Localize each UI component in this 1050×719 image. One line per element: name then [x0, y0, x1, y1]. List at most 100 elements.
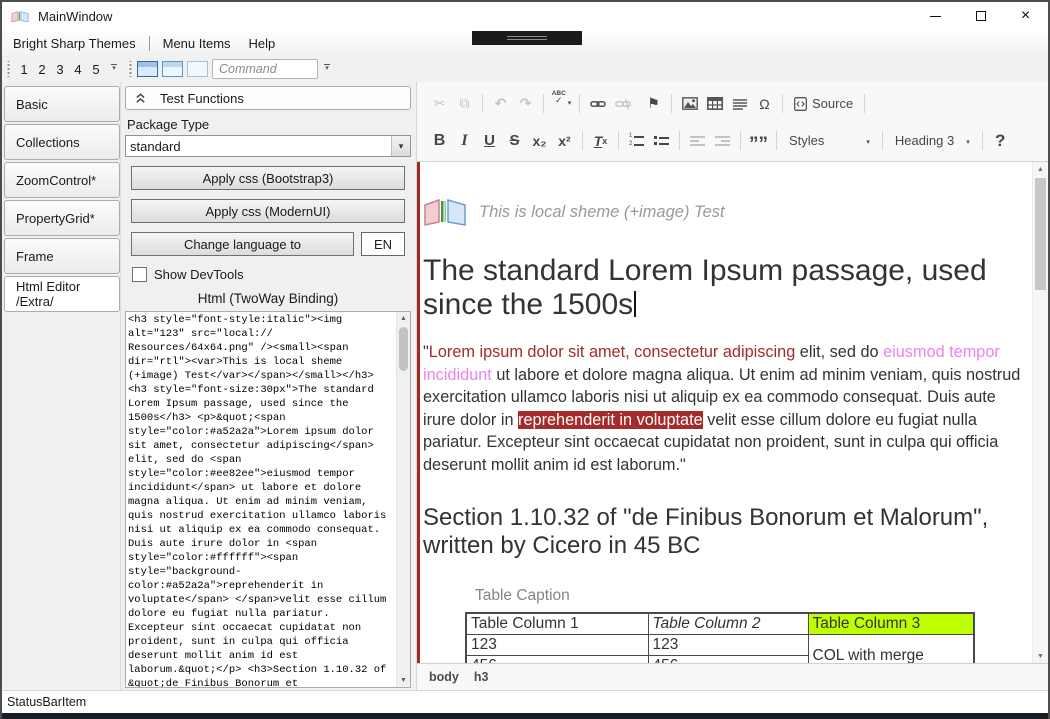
tab-basic[interactable]: Basic: [4, 86, 120, 122]
test-functions-expander[interactable]: Test Functions: [125, 86, 411, 110]
blockquote-icon[interactable]: ””: [746, 128, 771, 154]
window-layout-icon-2[interactable]: [162, 61, 183, 77]
editor-toolbar-row-1: ✂ ⧉ ↶ ↷ ABC ✓ ▾: [427, 85, 1042, 122]
toolbar-button-5[interactable]: 5: [87, 62, 105, 77]
document-heading-2: Section 1.10.32 of "de Finibus Bonorum e…: [423, 504, 1030, 560]
language-code-field[interactable]: [361, 232, 405, 256]
spellcheck-button[interactable]: ABC ✓ ▾: [549, 91, 574, 117]
main-window: MainWindow × Bright Sharp Themes Menu It…: [0, 0, 1050, 719]
maximize-button[interactable]: [958, 2, 1003, 30]
toolbar-overflow-button[interactable]: ▾: [321, 64, 333, 74]
tab-column: Basic Collections ZoomControl* PropertyG…: [2, 82, 120, 690]
editable-document[interactable]: This is local sheme (+image) Test The st…: [420, 162, 1032, 663]
increase-indent-icon: [710, 128, 735, 154]
anchor-flag-icon[interactable]: ⚑: [641, 91, 666, 117]
strikethrough-icon[interactable]: S: [502, 128, 527, 154]
styles-combo-label: Styles: [789, 133, 824, 148]
table-cell: 123: [466, 635, 648, 656]
local-scheme-image[interactable]: [423, 198, 467, 226]
caption-text: This is local sheme (+image) Test: [479, 203, 725, 222]
scroll-down-icon[interactable]: ▼: [1033, 649, 1048, 663]
tab-propertygrid[interactable]: PropertyGrid*: [4, 200, 120, 236]
image-icon[interactable]: [677, 91, 702, 117]
change-language-button[interactable]: Change language to: [131, 232, 354, 256]
tab-collections[interactable]: Collections: [4, 124, 120, 160]
maximize-icon: [976, 11, 986, 21]
apply-css-bootstrap3-button[interactable]: Apply css (Bootstrap3): [131, 166, 405, 190]
scrollbar-thumb[interactable]: [1035, 178, 1046, 290]
toolbar-grip[interactable]: [128, 61, 133, 77]
close-button[interactable]: ×: [1003, 2, 1048, 30]
table-header-2: Table Column 2: [648, 613, 808, 635]
combobox-dropdown-icon[interactable]: ▾: [391, 136, 410, 156]
brown-text: Lorem ipsum dolor sit amet, consectetur …: [429, 343, 796, 361]
toolbar-button-1[interactable]: 1: [15, 62, 33, 77]
menu-menu-items[interactable]: Menu Items: [154, 36, 240, 51]
menu-help[interactable]: Help: [240, 36, 285, 51]
minimize-button[interactable]: [913, 2, 958, 30]
scroll-down-icon[interactable]: ▼: [397, 674, 410, 687]
scrollbar-thumb[interactable]: [399, 327, 408, 371]
path-body[interactable]: body: [429, 670, 459, 684]
toolbar-button-2[interactable]: 2: [33, 62, 51, 77]
source-button-label: Source: [812, 96, 853, 111]
show-devtools-checkbox[interactable]: [132, 267, 147, 282]
number-toolbar: 1 2 3 4 5 ▾: [4, 56, 120, 82]
tab-html-editor-extra[interactable]: Html Editor /Extra/: [4, 276, 120, 312]
app-book-icon: [11, 10, 29, 23]
source-button[interactable]: Source: [788, 91, 859, 117]
textarea-scrollbar[interactable]: ▲ ▼: [396, 312, 410, 687]
chevron-down-icon: ▾: [866, 138, 870, 146]
bullet-list-icon[interactable]: [649, 128, 674, 154]
window-layout-icon-3[interactable]: [187, 61, 208, 77]
toolbar-button-3[interactable]: 3: [51, 62, 69, 77]
copy-icon: ⧉: [452, 91, 477, 117]
table-header-3: Table Column 3: [808, 613, 974, 635]
special-char-omega-icon[interactable]: Ω: [752, 91, 777, 117]
chevron-down-icon: ▾: [568, 99, 572, 107]
command-input[interactable]: [212, 59, 318, 79]
editor-scrollbar[interactable]: ▲ ▼: [1032, 162, 1048, 663]
scroll-up-icon[interactable]: ▲: [1033, 162, 1048, 176]
html-source-textarea[interactable]: <h3 style="font-style:italic"><img alt="…: [126, 312, 396, 687]
heading-combo[interactable]: Heading 3 ▾: [888, 133, 977, 148]
toolbar-button-4[interactable]: 4: [69, 62, 87, 77]
editor-toolbar: ✂ ⧉ ↶ ↷ ABC ✓ ▾: [417, 82, 1048, 162]
dark-grip-lines: [507, 36, 547, 40]
editor-content-frame: This is local sheme (+image) Test The st…: [417, 162, 1048, 663]
menu-bright-sharp-themes[interactable]: Bright Sharp Themes: [4, 36, 145, 51]
package-type-label: Package Type: [127, 117, 411, 132]
toolbar-overflow-button[interactable]: ▾: [108, 64, 120, 74]
collapse-chevrons-icon: [135, 93, 146, 104]
lorem-paragraph: "Lorem ipsum dolor sit amet, consectetur…: [423, 341, 1030, 476]
window-layout-icon-1[interactable]: [137, 61, 158, 77]
superscript-icon[interactable]: x²: [552, 128, 577, 154]
dark-grip-bar: [472, 31, 582, 45]
table-icon[interactable]: [702, 91, 727, 117]
underline-icon[interactable]: U: [477, 128, 502, 154]
tab-zoomcontrol[interactable]: ZoomControl*: [4, 162, 120, 198]
minimize-icon: [930, 16, 941, 17]
about-question-icon[interactable]: ?: [988, 128, 1013, 154]
document-heading-1: The standard Lorem Ipsum passage, used s…: [423, 254, 1030, 322]
text-cursor: [634, 291, 636, 317]
numbered-list-icon[interactable]: 12: [624, 128, 649, 154]
horizontal-rule-icon[interactable]: [727, 91, 752, 117]
apply-css-modernui-button[interactable]: Apply css (ModernUI): [131, 199, 405, 223]
subscript-icon[interactable]: x₂: [527, 128, 552, 154]
path-h3[interactable]: h3: [474, 670, 489, 684]
bold-icon[interactable]: B: [427, 128, 452, 154]
html-source-editor: <h3 style="font-style:italic"><img alt="…: [125, 311, 411, 688]
source-doc-icon: [794, 97, 807, 111]
styles-combo[interactable]: Styles ▾: [782, 133, 877, 148]
tab-frame[interactable]: Frame: [4, 238, 120, 274]
link-icon[interactable]: [585, 91, 610, 117]
package-type-combobox[interactable]: standard ▾: [125, 135, 411, 157]
italic-icon[interactable]: I: [452, 128, 477, 154]
expander-title: Test Functions: [160, 91, 244, 106]
remove-format-icon[interactable]: Tx: [588, 128, 613, 154]
table-cell: 456: [648, 656, 808, 664]
toolbar-grip[interactable]: [6, 61, 11, 77]
scroll-up-icon[interactable]: ▲: [397, 312, 410, 325]
content-table[interactable]: Table Column 1 Table Column 2 Table Colu…: [465, 612, 975, 663]
